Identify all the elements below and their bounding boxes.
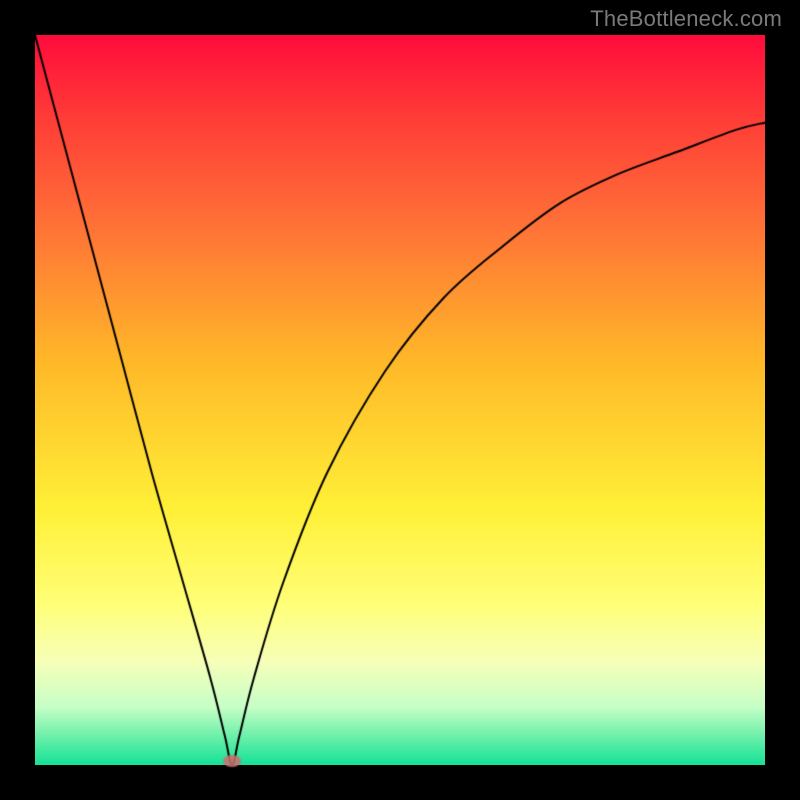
minimum-marker — [223, 755, 241, 767]
bottleneck-curve — [35, 35, 765, 765]
outer-frame: TheBottleneck.com — [0, 0, 800, 800]
watermark-text: TheBottleneck.com — [590, 6, 782, 32]
